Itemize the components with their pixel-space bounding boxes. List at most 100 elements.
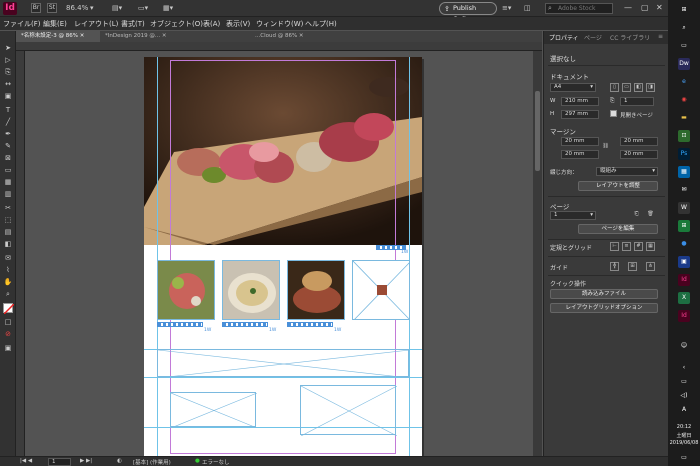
- mail-icon[interactable]: ✉: [678, 184, 690, 196]
- dreamweaver-icon[interactable]: Dw: [678, 58, 690, 70]
- thumbnail-frame-2[interactable]: [222, 260, 280, 320]
- first-page-icon[interactable]: |◀ ◀: [20, 458, 32, 464]
- app-icon[interactable]: ▣: [678, 256, 690, 268]
- tab-cc-libraries[interactable]: CC ライブラリ: [610, 33, 650, 42]
- app-icon[interactable]: ▦: [678, 166, 690, 178]
- menu-help[interactable]: ヘルプ(H): [305, 19, 337, 29]
- tab-document-3[interactable]: ...Cloud @ 86% ✕: [250, 31, 330, 42]
- indesign-taskbar-icon[interactable]: Id: [678, 274, 690, 286]
- thumbnail-frame-3[interactable]: [287, 260, 345, 320]
- screen-mode-tool-icon[interactable]: ▣: [3, 343, 13, 353]
- workspace-switcher-icon[interactable]: ≡▾: [502, 3, 511, 14]
- empty-graphic-frame[interactable]: [170, 392, 258, 429]
- store-icon[interactable]: ⊡: [678, 130, 690, 142]
- rectangle-frame-tool-icon[interactable]: ⊠: [3, 153, 13, 163]
- pasteboard[interactable]: 1W 1W 1W 1W: [25, 51, 533, 456]
- stock-button[interactable]: St: [47, 3, 57, 13]
- volume-icon[interactable]: ◁): [678, 390, 690, 402]
- minimize-icon[interactable]: —: [624, 3, 632, 12]
- vertical-ruler[interactable]: [16, 51, 25, 456]
- preflight-icon[interactable]: ◐: [117, 458, 122, 464]
- line-tool-icon[interactable]: ╱: [3, 117, 13, 127]
- show-guides-icon[interactable]: ╬: [610, 262, 619, 271]
- content-collector-icon[interactable]: ▣: [3, 91, 13, 101]
- word-icon[interactable]: W: [678, 202, 690, 214]
- app-icon[interactable]: ⊞: [678, 220, 690, 232]
- excel-icon[interactable]: X: [678, 292, 690, 304]
- scissors-tool-icon[interactable]: ✂: [3, 203, 13, 213]
- rectangle-tool-icon[interactable]: ▭: [3, 165, 13, 175]
- page-count-field[interactable]: 1: [620, 97, 654, 106]
- binding-dropdown[interactable]: 縦組み ▾: [596, 167, 658, 176]
- lock-guides-icon[interactable]: ⊞: [628, 262, 637, 271]
- share-icon[interactable]: ◫: [524, 3, 531, 14]
- zoom-level[interactable]: 86.4%: [66, 3, 88, 14]
- tab-properties[interactable]: プロパティ: [549, 33, 579, 42]
- maximize-icon[interactable]: ▢: [641, 3, 649, 12]
- pen-tool-icon[interactable]: ✒: [3, 129, 13, 139]
- vertical-scrollbar[interactable]: [533, 51, 542, 456]
- close-icon[interactable]: ✕: [656, 3, 663, 12]
- layout-grid-options-button[interactable]: レイアウトグリッドオプション: [550, 303, 658, 313]
- type-tool-icon[interactable]: T: [3, 105, 13, 115]
- empty-graphic-frame[interactable]: [300, 385, 398, 437]
- margin-right-field[interactable]: 20 mm: [620, 150, 658, 159]
- ruler-icon[interactable]: ⊢: [610, 242, 619, 251]
- page-dropdown[interactable]: 1 ▾: [550, 211, 596, 220]
- new-page-icon[interactable]: ⎗: [632, 211, 641, 220]
- page-width-field[interactable]: 210 mm: [561, 97, 599, 106]
- scrollbar-thumb[interactable]: [535, 91, 540, 171]
- gradient-feather-tool-icon[interactable]: ◧: [3, 239, 13, 249]
- ime-icon[interactable]: A: [678, 404, 690, 416]
- clock-date[interactable]: 2019/06/08: [668, 440, 700, 446]
- gradient-swatch-tool-icon[interactable]: ▤: [3, 227, 13, 237]
- edge-icon[interactable]: e: [678, 76, 690, 88]
- start-icon[interactable]: ⊞: [678, 4, 690, 16]
- tab-document-2[interactable]: *InDesign 2019 @... ✕: [100, 31, 250, 42]
- panel-menu-icon[interactable]: ≡: [658, 33, 663, 40]
- file-explorer-icon[interactable]: ▬: [678, 112, 690, 124]
- delete-page-icon[interactable]: 🗑: [646, 211, 655, 220]
- next-page-icon[interactable]: ▶ ▶|: [80, 458, 92, 464]
- layout-grid-icon[interactable]: ▦: [646, 242, 655, 251]
- margin-top-field[interactable]: 20 mm: [561, 137, 599, 146]
- publish-online-button[interactable]: ⇪ Publish Online: [439, 2, 497, 23]
- margin-left-field[interactable]: 20 mm: [620, 137, 658, 146]
- page-tool-icon[interactable]: ⎘: [3, 67, 13, 77]
- page-size-dropdown[interactable]: A4 ▾: [550, 83, 596, 92]
- error-status[interactable]: エラーなし: [202, 458, 230, 466]
- adjust-layout-button[interactable]: レイアウトを調整: [578, 181, 658, 191]
- page-height-field[interactable]: 297 mm: [561, 110, 599, 119]
- eyedropper-tool-icon[interactable]: ⌇: [3, 265, 13, 275]
- zoom-dropdown-icon[interactable]: ▾: [90, 3, 94, 14]
- vertical-grid-tool-icon[interactable]: ▥: [3, 189, 13, 199]
- binding-right-icon[interactable]: ◨: [646, 83, 655, 92]
- arrange-documents-icon[interactable]: ▦▾: [163, 3, 173, 14]
- fill-stroke-swatch-icon[interactable]: [3, 303, 15, 315]
- note-tool-icon[interactable]: ✉: [3, 253, 13, 263]
- people-icon[interactable]: ☺: [678, 340, 690, 352]
- document-grid-icon[interactable]: #: [634, 242, 643, 251]
- photoshop-icon[interactable]: Ps: [678, 148, 690, 160]
- search-taskbar-icon[interactable]: ⌕: [678, 22, 690, 34]
- binding-left-icon[interactable]: ◧: [634, 83, 643, 92]
- thumbnail-frame-1[interactable]: [157, 260, 215, 320]
- menu-type[interactable]: 書式(T): [121, 19, 145, 29]
- import-file-button[interactable]: 読み込みファイル: [550, 289, 658, 299]
- link-margins-icon[interactable]: ⛓: [601, 143, 610, 152]
- selection-tool-icon[interactable]: ➤: [3, 43, 13, 53]
- clock-time[interactable]: 20:12: [668, 424, 700, 430]
- tab-pages[interactable]: ページ: [584, 33, 602, 42]
- menu-edit[interactable]: 編集(E): [43, 19, 67, 29]
- network-icon[interactable]: ▭: [678, 376, 690, 388]
- baseline-grid-icon[interactable]: ≡: [622, 242, 631, 251]
- edit-page-button[interactable]: ページを編集: [578, 224, 658, 234]
- portrait-icon[interactable]: ▯: [610, 83, 619, 92]
- notification-icon[interactable]: ▭: [678, 452, 690, 464]
- app-icon[interactable]: ●: [678, 238, 690, 250]
- chevron-up-icon[interactable]: ‹: [678, 362, 690, 374]
- free-transform-tool-icon[interactable]: ⬚: [3, 215, 13, 225]
- menu-window[interactable]: ウィンドウ(W): [256, 19, 303, 29]
- apply-none-icon[interactable]: ⊘: [3, 329, 13, 339]
- column-guide[interactable]: [409, 57, 410, 456]
